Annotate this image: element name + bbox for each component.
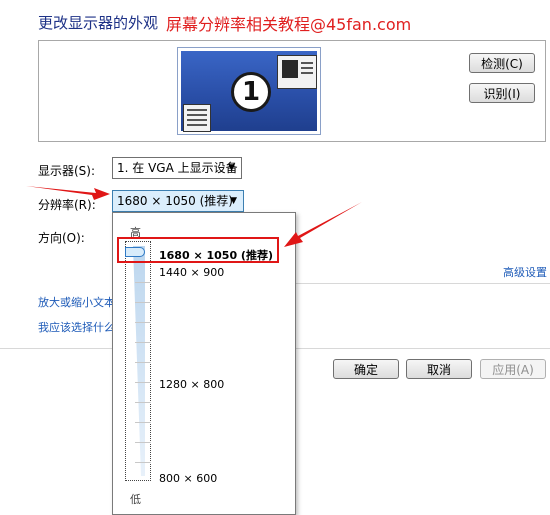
- annotation-arrow-right: [284, 202, 362, 247]
- annotation-arrows: [26, 186, 362, 247]
- annotation-arrow-left: [26, 186, 110, 200]
